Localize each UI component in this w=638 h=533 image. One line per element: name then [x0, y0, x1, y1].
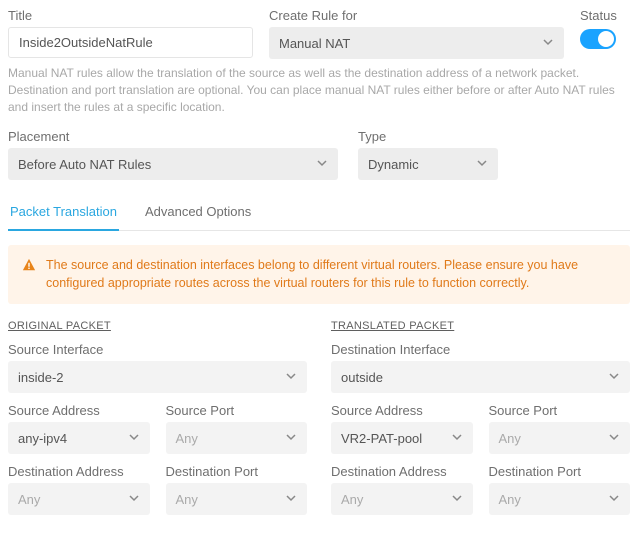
trans-dst-addr-select[interactable]: Any: [331, 483, 473, 515]
chevron-down-icon: [542, 36, 554, 51]
orig-dst-port-label: Destination Port: [166, 464, 308, 479]
placement-value: Before Auto NAT Rules: [18, 157, 151, 172]
chevron-down-icon: [608, 431, 620, 446]
rulefor-value: Manual NAT: [279, 36, 350, 51]
chevron-down-icon: [451, 492, 463, 507]
trans-src-port-select[interactable]: Any: [489, 422, 631, 454]
chevron-down-icon: [451, 431, 463, 446]
trans-src-port-value: Any: [499, 431, 521, 446]
chevron-down-icon: [476, 157, 488, 172]
orig-src-if-label: Source Interface: [8, 342, 307, 357]
trans-dst-if-select[interactable]: outside: [331, 361, 630, 393]
chevron-down-icon: [128, 492, 140, 507]
orig-dst-addr-value: Any: [18, 492, 40, 507]
orig-dst-port-value: Any: [176, 492, 198, 507]
trans-src-addr-value: VR2-PAT-pool: [341, 431, 422, 446]
chevron-down-icon: [128, 431, 140, 446]
orig-dst-port-select[interactable]: Any: [166, 483, 308, 515]
chevron-down-icon: [285, 431, 297, 446]
tab-advanced-options[interactable]: Advanced Options: [143, 196, 253, 231]
trans-dst-port-label: Destination Port: [489, 464, 631, 479]
tabs: Packet Translation Advanced Options: [8, 196, 630, 231]
warning-icon: [22, 258, 36, 272]
alert-text: The source and destination interfaces be…: [46, 257, 616, 292]
trans-dst-if-value: outside: [341, 370, 383, 385]
translated-packet-section: TRANSLATED PACKET Destination Interface …: [331, 320, 630, 525]
orig-src-port-value: Any: [176, 431, 198, 446]
orig-src-addr-select[interactable]: any-ipv4: [8, 422, 150, 454]
type-value: Dynamic: [368, 157, 419, 172]
alert-banner: The source and destination interfaces be…: [8, 245, 630, 304]
trans-src-addr-select[interactable]: VR2-PAT-pool: [331, 422, 473, 454]
chevron-down-icon: [608, 492, 620, 507]
title-input[interactable]: [8, 27, 253, 58]
original-head: ORIGINAL PACKET: [8, 320, 307, 332]
trans-dst-addr-value: Any: [341, 492, 363, 507]
placement-select[interactable]: Before Auto NAT Rules: [8, 148, 338, 180]
orig-src-port-label: Source Port: [166, 403, 308, 418]
orig-src-port-select[interactable]: Any: [166, 422, 308, 454]
original-packet-section: ORIGINAL PACKET Source Interface inside-…: [8, 320, 307, 525]
trans-dst-if-label: Destination Interface: [331, 342, 630, 357]
orig-src-if-value: inside-2: [18, 370, 64, 385]
trans-dst-addr-label: Destination Address: [331, 464, 473, 479]
chevron-down-icon: [316, 157, 328, 172]
rulefor-label: Create Rule for: [269, 8, 564, 23]
type-label: Type: [358, 129, 498, 144]
orig-src-addr-value: any-ipv4: [18, 431, 67, 446]
tab-packet-translation[interactable]: Packet Translation: [8, 196, 119, 231]
orig-src-addr-label: Source Address: [8, 403, 150, 418]
translated-head: TRANSLATED PACKET: [331, 320, 630, 332]
rulefor-select[interactable]: Manual NAT: [269, 27, 564, 59]
status-label: Status: [580, 8, 617, 23]
type-select[interactable]: Dynamic: [358, 148, 498, 180]
trans-dst-port-select[interactable]: Any: [489, 483, 631, 515]
trans-dst-port-value: Any: [499, 492, 521, 507]
orig-dst-addr-select[interactable]: Any: [8, 483, 150, 515]
chevron-down-icon: [285, 492, 297, 507]
trans-src-addr-label: Source Address: [331, 403, 473, 418]
chevron-down-icon: [285, 370, 297, 385]
help-text: Manual NAT rules allow the translation o…: [8, 65, 630, 115]
orig-dst-addr-label: Destination Address: [8, 464, 150, 479]
orig-src-if-select[interactable]: inside-2: [8, 361, 307, 393]
title-label: Title: [8, 8, 253, 23]
status-toggle[interactable]: [580, 29, 616, 49]
placement-label: Placement: [8, 129, 338, 144]
chevron-down-icon: [608, 370, 620, 385]
trans-src-port-label: Source Port: [489, 403, 631, 418]
